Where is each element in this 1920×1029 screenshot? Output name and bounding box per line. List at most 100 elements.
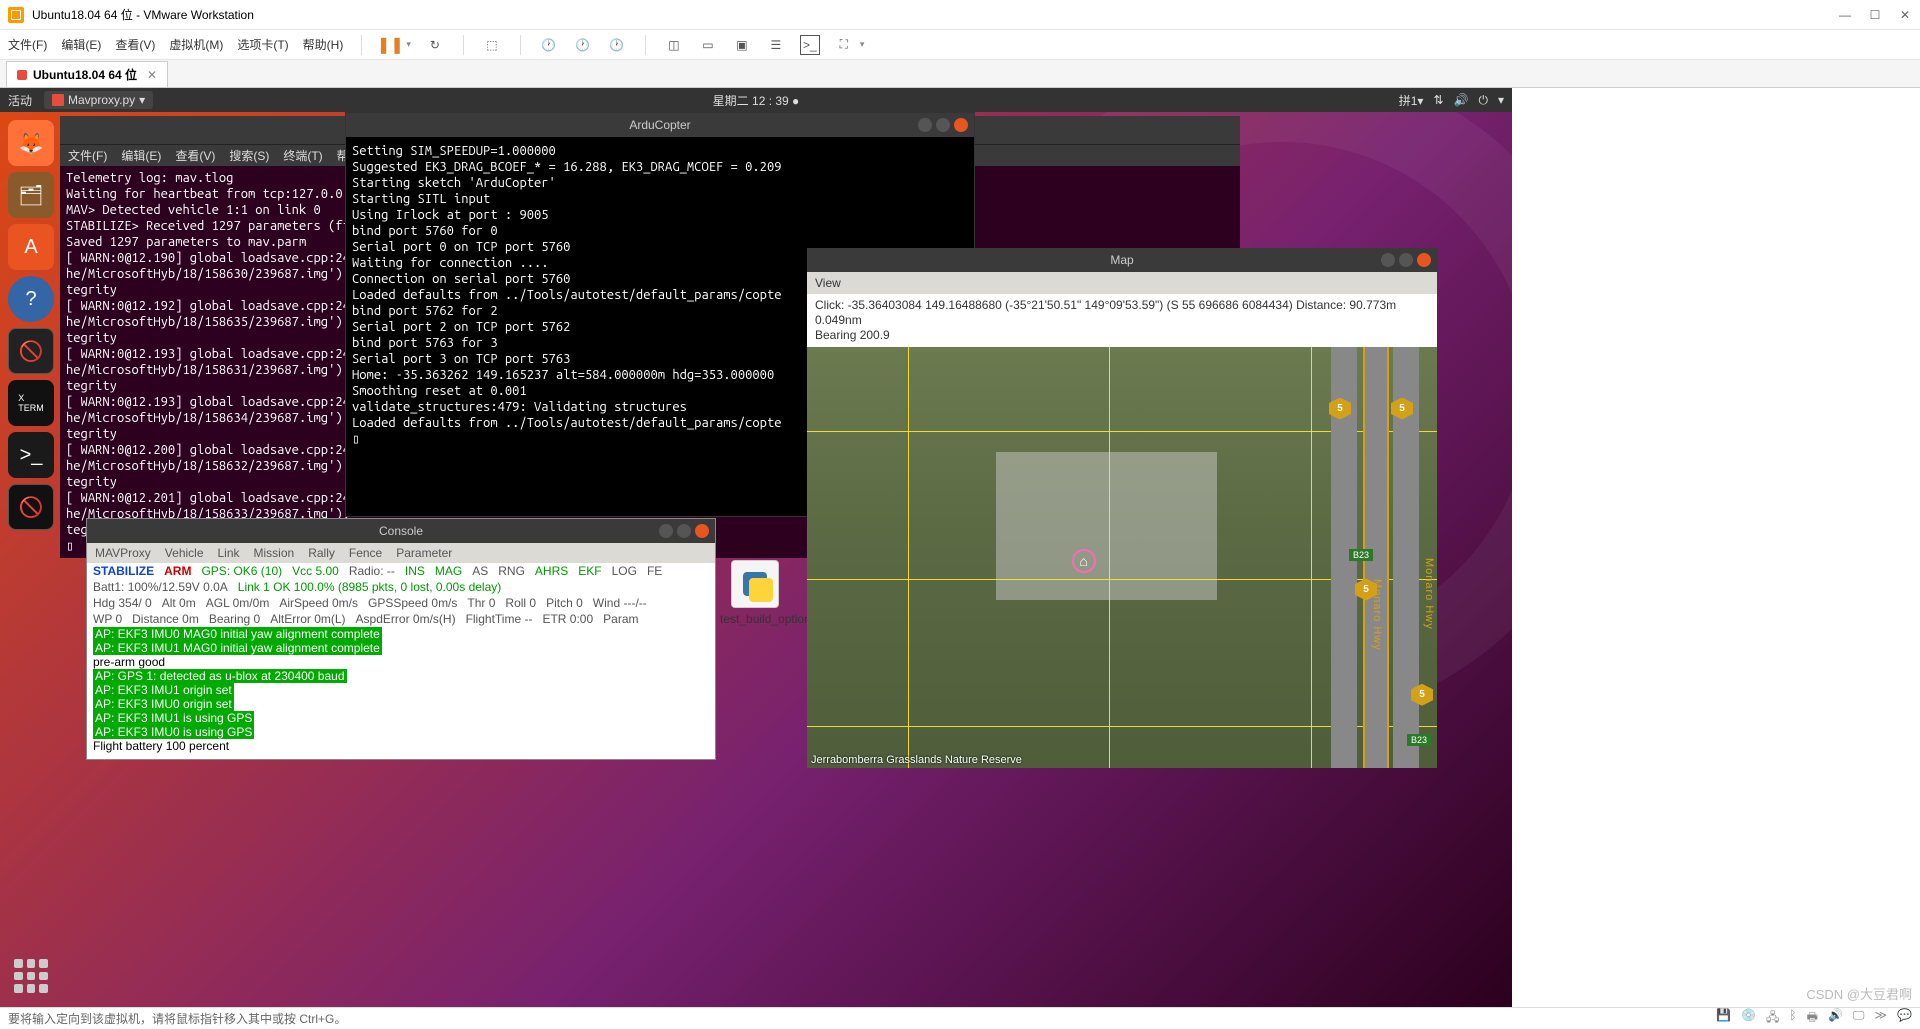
term-menu-file[interactable]: 文件(F)	[68, 147, 107, 164]
route-badge: B23	[1407, 734, 1431, 746]
tray-usb-icon[interactable]: ᛒ	[1789, 1008, 1796, 1029]
menu-view[interactable]: 查看(V)	[115, 36, 155, 53]
console-message: AP: EKF3 IMU0 MAG0 initial yaw alignment…	[93, 627, 709, 641]
chevron-down-icon: ▾	[139, 93, 145, 107]
arm-label: ARM	[164, 564, 191, 578]
menu-tabs[interactable]: 选项卡(T)	[237, 36, 288, 53]
snapshot-icon[interactable]: ⬚	[482, 35, 502, 55]
network-icon[interactable]: ⇅	[1433, 93, 1443, 107]
tray-printer-icon[interactable]: 🖶	[1807, 1008, 1818, 1029]
close-icon[interactable]	[1417, 253, 1431, 267]
close-icon[interactable]: ✕	[1898, 8, 1912, 22]
map-titlebar[interactable]: Map	[807, 248, 1437, 272]
mavproxy-console-window[interactable]: Console MAVProxy Vehicle Link Mission Ra…	[86, 518, 716, 760]
console-status-row3: Hdg 354/ 0 Alt 0m AGL 0m/0m AirSpeed 0m/…	[87, 595, 715, 611]
snap-take-icon[interactable]: 🕐	[607, 35, 627, 55]
gnome-activities[interactable]: 活动	[8, 92, 32, 109]
map-infobar: Click: -35.36403084 149.16488680 (-35°21…	[807, 294, 1437, 347]
map-canvas[interactable]: Monaro Hwy Monaro Hwy 5 5 5 5 B23 B23 Je…	[807, 347, 1437, 768]
console-icon[interactable]: >_	[800, 35, 820, 55]
view2-icon[interactable]: ▭	[698, 35, 718, 55]
cmenu-mission[interactable]: Mission	[254, 546, 295, 560]
python-icon	[743, 572, 767, 596]
gnome-ime[interactable]: 拼1▾	[1399, 92, 1424, 109]
tray-disk-icon[interactable]: 💾	[1716, 1008, 1731, 1029]
view1-icon[interactable]: ◫	[664, 35, 684, 55]
minimize-icon[interactable]	[659, 524, 673, 538]
term-menu-view[interactable]: 查看(V)	[175, 147, 215, 164]
tab-close-icon[interactable]: ✕	[147, 68, 157, 82]
term-menu-edit[interactable]: 编辑(E)	[121, 147, 161, 164]
term-menu-terminal[interactable]: 终端(T)	[283, 147, 322, 164]
dock-terminal3[interactable]: 🚫	[8, 484, 54, 530]
cmenu-rally[interactable]: Rally	[308, 546, 335, 560]
maximize-icon[interactable]: ☐	[1868, 8, 1882, 22]
gnome-topbar: 活动 Mavproxy.py ▾ 星期二 12 : 39 ● 拼1▾ ⇅ 🔊 ⏻…	[0, 88, 1512, 112]
tray-msg-icon[interactable]: 💬	[1897, 1008, 1912, 1029]
revert-icon[interactable]: 🕐	[539, 35, 559, 55]
close-icon[interactable]	[695, 524, 709, 538]
chevron-down-icon[interactable]: ▾	[1498, 93, 1504, 107]
as-label: AS	[472, 564, 488, 578]
map-attribution: Jerrabomberra Grasslands Nature Reserve	[811, 754, 1022, 766]
minimize-icon[interactable]	[1381, 253, 1395, 267]
maximize-icon[interactable]	[1399, 253, 1413, 267]
cmenu-vehicle[interactable]: Vehicle	[165, 546, 204, 560]
gnome-app-indicator[interactable]: Mavproxy.py ▾	[44, 91, 153, 109]
vmware-logo-icon	[8, 7, 24, 23]
status-text: 要将输入定向到该虚拟机，请将鼠标指针移入其中或按 Ctrl+G。	[8, 1010, 346, 1027]
tray-more-icon[interactable]: ≫	[1874, 1008, 1887, 1029]
vmware-title-text: Ubuntu18.04 64 位 - VMware Workstation	[32, 6, 254, 23]
menu-file[interactable]: 文件(F)	[8, 36, 47, 53]
tray-cd-icon[interactable]: 💿	[1741, 1008, 1756, 1029]
dock-terminal1[interactable]: 🚫	[8, 328, 54, 374]
dock-xterm[interactable]: XTERM	[8, 380, 54, 426]
power-icon[interactable]: ↻	[425, 35, 445, 55]
ins-label: INS	[405, 564, 425, 578]
menu-help[interactable]: 帮助(H)	[303, 36, 344, 53]
desktop-file[interactable]: test_build_options.py	[720, 560, 790, 626]
console-status-row1: STABILIZE ARM GPS: OK6 (10) Vcc 5.00 Rad…	[87, 563, 715, 579]
cmenu-parameter[interactable]: Parameter	[396, 546, 452, 560]
arducopter-titlebar[interactable]: ArduCopter	[346, 113, 974, 137]
dock-help[interactable]: ?	[8, 276, 54, 322]
minimize-icon[interactable]	[918, 118, 932, 132]
map-menu-view[interactable]: View	[815, 276, 841, 290]
tray-net-icon[interactable]: 🖧	[1766, 1008, 1779, 1029]
minimize-icon[interactable]: —	[1838, 8, 1852, 22]
console-message: AP: GPS 1: detected as u-blox at 230400 …	[93, 669, 709, 683]
menu-vm[interactable]: 虚拟机(M)	[169, 36, 223, 53]
dock-software[interactable]: A	[8, 224, 54, 270]
dock-show-apps[interactable]	[8, 953, 54, 999]
tray-sound-icon[interactable]: 🔊	[1828, 1008, 1843, 1029]
view3-icon[interactable]: ▣	[732, 35, 752, 55]
dock-firefox[interactable]: 🦊	[8, 120, 54, 166]
menu-edit[interactable]: 编辑(E)	[61, 36, 101, 53]
power-icon[interactable]: ⏻	[1478, 93, 1488, 108]
maximize-icon[interactable]	[677, 524, 691, 538]
volume-icon[interactable]: 🔊	[1454, 93, 1469, 107]
term-menu-search[interactable]: 搜索(S)	[229, 147, 269, 164]
pause-icon[interactable]: ❚❚	[380, 35, 400, 55]
console-titlebar[interactable]: Console	[87, 519, 715, 543]
close-icon[interactable]	[954, 118, 968, 132]
tray-display-icon[interactable]: 🖵	[1853, 1008, 1865, 1029]
vm-tab-label: Ubuntu18.04 64 位	[33, 66, 137, 83]
cmenu-link[interactable]: Link	[218, 546, 240, 560]
fullscreen-icon[interactable]: ⛶	[834, 35, 854, 55]
map-window[interactable]: Map View Click: -35.36403084 149.1648868…	[807, 248, 1437, 768]
view4-icon[interactable]: ☰	[766, 35, 786, 55]
dock-files[interactable]: 🗂	[8, 172, 54, 218]
gnome-dock: 🦊 🗂 A ? 🚫 XTERM >_ 🚫	[4, 116, 58, 534]
console-message: Flight battery 100 percent	[93, 739, 709, 753]
snap-mgr-icon[interactable]: 🕐	[573, 35, 593, 55]
ahrs-label: AHRS	[535, 564, 568, 578]
console-messages: AP: EKF3 IMU0 MAG0 initial yaw alignment…	[87, 627, 715, 753]
cmenu-fence[interactable]: Fence	[349, 546, 382, 560]
map-menubar: View	[807, 272, 1437, 294]
cmenu-mavproxy[interactable]: MAVProxy	[95, 546, 151, 560]
maximize-icon[interactable]	[936, 118, 950, 132]
gnome-clock[interactable]: 星期二 12 : 39 ●	[713, 92, 800, 109]
dock-terminal2[interactable]: >_	[8, 432, 54, 478]
vm-tab-ubuntu[interactable]: Ubuntu18.04 64 位 ✕	[6, 61, 168, 87]
